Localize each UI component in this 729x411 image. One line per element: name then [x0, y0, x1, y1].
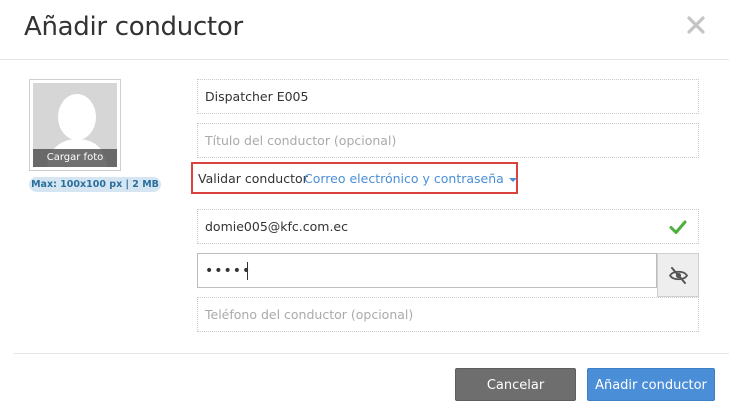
- toggle-password-visibility-button[interactable]: [657, 253, 699, 297]
- chevron-down-icon: [508, 177, 517, 182]
- add-driver-dialog: Añadir conductor Cargar foto Max: 100x10…: [0, 0, 729, 411]
- email-input[interactable]: [198, 210, 698, 243]
- dialog-title: Añadir conductor: [24, 12, 243, 42]
- eye-slash-icon: [669, 267, 688, 284]
- cancel-button[interactable]: Cancelar: [455, 368, 576, 401]
- upload-photo-label[interactable]: Cargar foto: [33, 149, 117, 167]
- driver-name-input[interactable]: [198, 80, 698, 113]
- driver-name-field[interactable]: [197, 79, 699, 114]
- check-icon: [669, 220, 687, 234]
- validation-method-value: Correo electrónico y contraseña: [304, 171, 504, 186]
- validation-method-dropdown[interactable]: Correo electrónico y contraseña: [304, 171, 517, 186]
- validate-driver-row: Validar conductor Correo electrónico y c…: [191, 162, 518, 194]
- password-field[interactable]: [197, 253, 657, 288]
- phone-input[interactable]: [198, 298, 698, 331]
- photo-size-hint: Max: 100x100 px | 2 MB: [29, 177, 161, 192]
- password-input[interactable]: [198, 254, 656, 287]
- text-caret: [247, 262, 248, 280]
- driver-title-field[interactable]: [197, 123, 699, 158]
- driver-title-input[interactable]: [198, 124, 698, 157]
- close-icon[interactable]: [685, 14, 707, 36]
- footer-divider: [14, 353, 729, 354]
- avatar-placeholder: Cargar foto: [33, 83, 117, 167]
- dialog-header: Añadir conductor: [0, 0, 729, 60]
- add-driver-button[interactable]: Añadir conductor: [587, 368, 715, 401]
- validate-driver-label: Validar conductor: [198, 171, 308, 186]
- phone-field[interactable]: [197, 297, 699, 332]
- photo-upload[interactable]: Cargar foto: [29, 79, 121, 171]
- email-field[interactable]: [197, 209, 699, 244]
